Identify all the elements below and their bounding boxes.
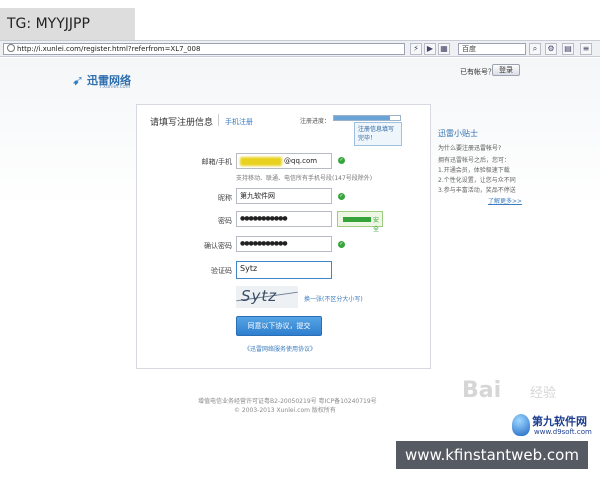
email-label: 邮箱/手机: [201, 158, 232, 166]
password-input[interactable]: ●●●●●●●●●●●: [236, 211, 332, 227]
bird-icon: ➹: [72, 73, 84, 89]
email-input[interactable]: @qq.com: [236, 153, 332, 169]
password-strength-indicator: 安全: [337, 211, 383, 233]
login-button[interactable]: 登录: [492, 64, 520, 76]
address-text: http://i.xunlei.com/register.html?referf…: [17, 45, 201, 53]
d9soft-domain: www.d9soft.com: [534, 428, 592, 436]
captcha-image[interactable]: Sytz: [236, 286, 298, 308]
url-watermark-banner: www.kfinstantweb.com: [396, 441, 588, 469]
grid-icon[interactable]: ▦: [438, 43, 450, 55]
strength-text: 安全: [373, 217, 380, 233]
check-icon: ✓: [338, 193, 345, 200]
captcha-refresh-link[interactable]: 换一张(不区分大小写): [304, 294, 363, 303]
feed-icon[interactable]: ▤: [562, 43, 574, 55]
check-icon: ✓: [338, 241, 345, 248]
sidebar-question: 为什么要注册迅雷帐号?: [438, 145, 502, 152]
globe-icon: [7, 44, 15, 52]
xunlei-logo[interactable]: ➹ 迅雷网络 i.xunlei.com: [72, 71, 154, 91]
d9soft-name: 第九软件网: [532, 415, 587, 428]
sidebar-line: 2.个性化设置，让您与众不同: [438, 177, 516, 184]
captcha-code: Sytz: [241, 287, 278, 305]
sidebar-line: 拥有迅雷帐号之后，您可：: [438, 157, 511, 164]
tools-icon[interactable]: ⚙: [545, 43, 557, 55]
address-bar[interactable]: http://i.xunlei.com/register.html?referf…: [3, 43, 405, 55]
confirm-password-input[interactable]: ●●●●●●●●●●●: [236, 236, 332, 252]
d9soft-logo: 第九软件网 www.d9soft.com: [512, 412, 600, 442]
password-label: 密码: [218, 217, 232, 225]
overlay-tag: TG: MYYJJPP: [0, 8, 135, 40]
confirm-password-label: 确认密码: [204, 242, 232, 250]
search-icon[interactable]: ⌕: [529, 43, 541, 55]
progress-fill: [334, 116, 391, 120]
progress-label: 注册进度：: [300, 118, 331, 125]
logo-domain: i.xunlei.com: [100, 84, 131, 90]
agreement-link[interactable]: 《迅雷网络服务使用协议》: [244, 344, 316, 353]
play-icon[interactable]: ▶: [424, 43, 436, 55]
title-divider: [218, 114, 219, 126]
captcha-label: 验证码: [211, 267, 232, 275]
learn-more-link[interactable]: 了解更多>>: [488, 196, 522, 205]
lightning-icon[interactable]: ⚡: [410, 43, 422, 55]
sidebar-line: 1.开通会员，体验极速下载: [438, 167, 510, 174]
progress-tip: 注册信息填写完毕！: [354, 122, 402, 146]
check-icon: ✓: [338, 157, 345, 164]
sidebar-title: 迅雷小贴士: [438, 129, 478, 138]
browser-search-input[interactable]: 百度: [458, 43, 526, 55]
captcha-input[interactable]: Sytz: [236, 261, 332, 279]
droplet-icon: [512, 414, 530, 436]
search-engine-label: 百度: [462, 45, 476, 53]
menu-icon[interactable]: ≡: [580, 43, 592, 55]
nickname-input[interactable]: 第九软件网: [236, 188, 332, 204]
has-account-text: 已有帐号？: [460, 68, 495, 76]
progress-bar: [333, 115, 401, 121]
baidu-watermark: Bai: [462, 378, 502, 403]
nickname-label: 昵称: [218, 194, 232, 202]
phone-register-link[interactable]: 手机注册: [225, 117, 253, 127]
email-hint: 支持移动、联通、电信所有手机号段(147号段除外): [236, 175, 373, 182]
submit-button[interactable]: 同意以下协议，提交: [236, 316, 322, 336]
strength-bars: [343, 217, 371, 222]
sidebar-line: 3.参与丰富活动，奖品不停送: [438, 187, 516, 194]
footer-copyright: © 2003-2013 Xunlei.com 版权所有: [234, 407, 336, 414]
form-title: 请填写注册信息: [150, 118, 214, 128]
email-redaction: [240, 157, 282, 166]
browser-toolbar: http://i.xunlei.com/register.html?referf…: [0, 40, 600, 57]
email-domain: @qq.com: [284, 157, 318, 165]
baidu-jingyan-watermark: 经验: [530, 386, 557, 401]
footer-license: 增值电信业务经营许可证粤B2-20050219号 粤ICP备10240719号: [198, 398, 377, 405]
